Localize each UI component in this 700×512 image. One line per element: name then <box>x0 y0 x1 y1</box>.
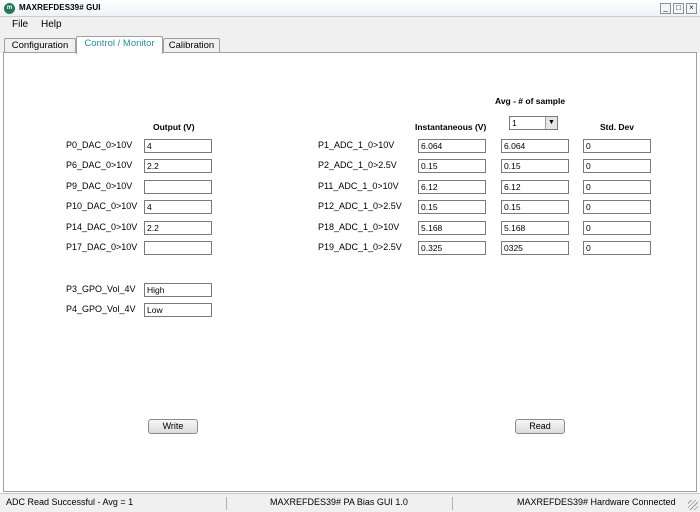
p2-adc-std[interactable]: 0 <box>583 159 651 173</box>
avg-samples-header: Avg - # of sample <box>495 96 566 106</box>
p11-adc-std[interactable]: 0 <box>583 180 651 194</box>
p11-adc-label: P11_ADC_1_0>10V <box>318 181 399 191</box>
p17-dac-label: P17_DAC_0>10V <box>66 242 138 252</box>
status-separator <box>226 497 227 510</box>
read-button[interactable]: Read <box>515 419 565 434</box>
p4-gpo-field[interactable]: Low <box>144 303 212 317</box>
menu-bar: File Help <box>0 17 700 34</box>
output-header: Output (V) <box>153 122 195 132</box>
menu-help[interactable]: Help <box>41 19 62 30</box>
app-icon: m <box>4 3 15 14</box>
status-separator <box>452 497 453 510</box>
p19-adc-avg[interactable]: 0325 <box>501 241 569 255</box>
p14-dac-label: P14_DAC_0>10V <box>66 222 138 232</box>
close-button[interactable]: × <box>686 3 697 14</box>
avg-samples-select[interactable]: 1 ▼ <box>509 116 558 130</box>
p2-adc-label: P2_ADC_1_0>2.5V <box>318 160 397 170</box>
maximize-button[interactable]: □ <box>673 3 684 14</box>
minimize-button[interactable]: _ <box>660 3 671 14</box>
instantaneous-header: Instantaneous (V) <box>415 122 487 132</box>
p18-adc-std[interactable]: 0 <box>583 221 651 235</box>
p1-adc-label: P1_ADC_1_0>10V <box>318 140 395 150</box>
p12-adc-std[interactable]: 0 <box>583 200 651 214</box>
p0-dac-field[interactable]: 4 <box>144 139 212 153</box>
p1-adc-avg[interactable]: 6.064 <box>501 139 569 153</box>
p19-adc-std[interactable]: 0 <box>583 241 651 255</box>
p3-gpo-label: P3_GPO_Vol_4V <box>66 284 136 294</box>
menu-file[interactable]: File <box>12 19 28 30</box>
title-bar: m MAXREFDES39# GUI _ □ × <box>0 0 700 17</box>
p12-adc-label: P12_ADC_1_0>2.5V <box>318 201 402 211</box>
control-monitor-panel: Output (V) P0_DAC_0>10V 4 P6_DAC_0>10V 2… <box>3 52 697 492</box>
p11-adc-inst[interactable]: 6.12 <box>418 180 486 194</box>
tab-control-monitor[interactable]: Control / Monitor <box>76 36 163 54</box>
p3-gpo-field[interactable]: High <box>144 283 212 297</box>
p1-adc-inst[interactable]: 6.064 <box>418 139 486 153</box>
p18-adc-inst[interactable]: 5.168 <box>418 221 486 235</box>
status-adc-read: ADC Read Successful - Avg = 1 <box>6 497 134 507</box>
tab-strip: Configuration Control / Monitor Calibrat… <box>0 34 700 54</box>
p12-adc-inst[interactable]: 0.15 <box>418 200 486 214</box>
p1-adc-std[interactable]: 0 <box>583 139 651 153</box>
status-version: MAXREFDES39# PA Bias GUI 1.0 <box>270 497 408 507</box>
p9-dac-field[interactable] <box>144 180 212 194</box>
p19-adc-label: P19_ADC_1_0>2.5V <box>318 242 402 252</box>
p18-adc-label: P18_ADC_1_0>10V <box>318 222 400 232</box>
p9-dac-label: P9_DAC_0>10V <box>66 181 133 191</box>
p2-adc-avg[interactable]: 0.15 <box>501 159 569 173</box>
p0-dac-label: P0_DAC_0>10V <box>66 140 133 150</box>
status-bar: ADC Read Successful - Avg = 1 MAXREFDES3… <box>0 493 700 512</box>
status-hardware: MAXREFDES39# Hardware Connected <box>517 497 676 507</box>
p6-dac-field[interactable]: 2.2 <box>144 159 212 173</box>
p12-adc-avg[interactable]: 0.15 <box>501 200 569 214</box>
p2-adc-inst[interactable]: 0.15 <box>418 159 486 173</box>
avg-samples-value: 1 <box>512 118 517 128</box>
p14-dac-field[interactable]: 2.2 <box>144 221 212 235</box>
window-title: MAXREFDES39# GUI <box>19 3 101 12</box>
p10-dac-field[interactable]: 4 <box>144 200 212 214</box>
p11-adc-avg[interactable]: 6.12 <box>501 180 569 194</box>
p4-gpo-label: P4_GPO_Vol_4V <box>66 304 136 314</box>
write-button[interactable]: Write <box>148 419 198 434</box>
p6-dac-label: P6_DAC_0>10V <box>66 160 133 170</box>
p19-adc-inst[interactable]: 0.325 <box>418 241 486 255</box>
resize-grip-icon[interactable] <box>688 500 698 510</box>
p17-dac-field[interactable] <box>144 241 212 255</box>
chevron-down-icon[interactable]: ▼ <box>545 117 557 129</box>
p10-dac-label: P10_DAC_0>10V <box>66 201 138 211</box>
p18-adc-avg[interactable]: 5.168 <box>501 221 569 235</box>
std-dev-header: Std. Dev <box>600 122 635 132</box>
